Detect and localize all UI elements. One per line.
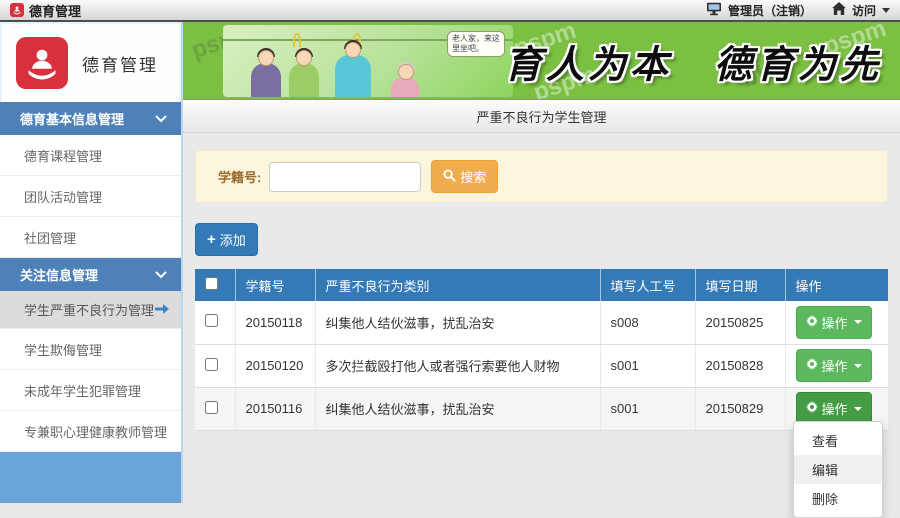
chevron-down-icon — [155, 267, 167, 282]
row-checkbox[interactable] — [205, 400, 218, 414]
cell-writer: s001 — [600, 344, 696, 388]
gear-icon — [805, 401, 818, 416]
action-button-label: 操作 — [821, 315, 848, 331]
caret-down-icon — [853, 320, 862, 325]
table-row: 20150118 纠集他人结伙滋事，扰乱治安 s008 20150825 操作 — [195, 301, 888, 345]
sidebar-logo: 德育管理 — [0, 22, 181, 102]
cell-student-id: 20150118 — [235, 301, 316, 345]
add-button[interactable]: + 添加 — [195, 223, 258, 256]
search-button[interactable]: 搜索 — [431, 160, 499, 193]
page-title: 严重不良行为学生管理 — [183, 100, 900, 133]
app-logo-icon — [10, 3, 24, 17]
passenger-figure — [289, 48, 319, 97]
student-id-input[interactable] — [269, 161, 422, 192]
passenger-figure — [251, 48, 281, 97]
user-logout-link[interactable]: 管理员（注销） — [728, 2, 812, 19]
col-behavior-type: 严重不良行为类别 — [315, 269, 601, 301]
records-table: 学籍号 严重不良行为类别 填写人工号 填写日期 操作 20150118 纠集他人… — [195, 269, 888, 431]
bus-scene-illustration: 老人家，来这里坐吧。 — [223, 25, 513, 97]
sidebar-item-juvenile-crime[interactable]: 未成年学生犯罪管理 — [0, 370, 181, 411]
sidebar-item-team-activities[interactable]: 团队活动管理 — [0, 176, 181, 217]
select-all-checkbox[interactable] — [205, 277, 218, 290]
cell-behavior: 纠集他人结伙滋事，扰乱治安 — [315, 387, 601, 431]
search-panel: 学籍号: 搜索 — [195, 150, 888, 203]
item-label: 团队活动管理 — [24, 189, 103, 205]
gear-icon — [805, 358, 818, 373]
item-label: 专兼职心理健康教师管理 — [24, 424, 168, 440]
item-label: 学生严重不良行为管理 — [24, 303, 155, 318]
topbar: 德育管理 管理员（注销） 访问 — [0, 0, 900, 22]
sidebar: 德育管理 德育基本信息管理 德育课程管理 团队活动管理 社团管理 关注信息管理 … — [0, 22, 183, 503]
col-fill-date: 填写日期 — [695, 269, 786, 301]
speech-bubble: 老人家，来这里坐吧。 — [447, 31, 505, 57]
sidebar-logo-title: 德育管理 — [82, 55, 158, 75]
cell-behavior: 多次拦截殴打他人或者强行索要他人财物 — [315, 344, 601, 388]
topbar-actions: 管理员（注销） 访问 — [706, 2, 890, 19]
caret-down-icon — [853, 406, 862, 411]
col-student-id: 学籍号 — [235, 269, 316, 301]
sidebar-item-courses[interactable]: 德育课程管理 — [0, 135, 181, 176]
cell-student-id: 20150116 — [235, 387, 316, 431]
search-button-label: 搜索 — [460, 170, 487, 185]
table-row: 20150120 多次拦截殴打他人或者强行索要他人财物 s001 2015082… — [195, 344, 888, 388]
dropdown-item-edit[interactable]: 编辑 — [794, 455, 882, 484]
app-title: 德育管理 — [29, 3, 82, 19]
moral-education-logo-icon — [16, 37, 68, 89]
cell-student-id: 20150120 — [235, 344, 316, 388]
action-button-label: 操作 — [821, 402, 848, 417]
cell-writer: s001 — [600, 387, 696, 431]
monitor-icon — [706, 2, 722, 19]
row-action-button[interactable]: 操作 — [795, 305, 872, 339]
sidebar-item-clubs[interactable]: 社团管理 — [0, 217, 181, 258]
item-label: 社团管理 — [24, 230, 77, 246]
cell-date: 20150825 — [695, 301, 786, 345]
col-writer-id: 填写人工号 — [600, 269, 696, 301]
cell-writer: s008 — [600, 301, 696, 345]
item-label: 学生欺侮管理 — [24, 342, 103, 358]
bus-handle-icon — [293, 33, 301, 47]
visit-caret-icon[interactable] — [882, 7, 890, 13]
table-row: 20150116 纠集他人结伙滋事，扰乱治安 s001 20150829 操作 — [195, 387, 888, 431]
sidebar-item-serious-misconduct[interactable]: 学生严重不良行为管理 — [0, 291, 181, 329]
caret-down-icon — [853, 363, 862, 368]
dropdown-item-view[interactable]: 查看 — [794, 426, 882, 455]
table-header-row: 学籍号 严重不良行为类别 填写人工号 填写日期 操作 — [195, 269, 888, 301]
row-checkbox[interactable] — [205, 357, 218, 371]
section-label: 德育基本信息管理 — [20, 112, 125, 127]
young-man-figure — [335, 40, 371, 97]
section-label: 关注信息管理 — [20, 268, 99, 283]
item-label: 德育课程管理 — [24, 148, 103, 164]
search-icon — [443, 168, 457, 185]
gear-icon — [805, 314, 818, 330]
sidebar-section-attention-info[interactable]: 关注信息管理 — [0, 258, 181, 291]
row-action-button[interactable]: 操作 — [795, 349, 872, 382]
chevron-down-icon — [155, 111, 167, 126]
row-checkbox[interactable] — [205, 314, 218, 328]
banner-slogan: 育人为本 德育为先 — [503, 41, 882, 86]
action-dropdown-menu: 查看 编辑 删除 — [793, 421, 883, 518]
arrow-right-icon — [155, 302, 169, 317]
elderly-figure — [391, 62, 419, 97]
home-icon — [832, 2, 846, 18]
action-button-label: 操作 — [821, 359, 848, 374]
cell-date: 20150828 — [695, 344, 786, 388]
banner: pspm bb pspm pspm bb pspm 老人家，来这里坐吧。 育人为… — [183, 22, 900, 100]
dropdown-item-delete[interactable]: 删除 — [794, 484, 882, 513]
visit-link[interactable]: 访问 — [852, 2, 876, 19]
sidebar-item-bullying[interactable]: 学生欺侮管理 — [0, 329, 181, 370]
sidebar-item-psych-teachers[interactable]: 专兼职心理健康教师管理 — [0, 411, 181, 452]
add-button-label: 添加 — [219, 233, 246, 248]
topbar-brand: 德育管理 — [10, 1, 81, 20]
cell-behavior: 纠集他人结伙滋事，扰乱治安 — [315, 301, 601, 345]
sidebar-section-basic-info[interactable]: 德育基本信息管理 — [0, 102, 181, 135]
item-label: 未成年学生犯罪管理 — [24, 383, 142, 399]
cell-date: 20150829 — [695, 387, 786, 431]
sidebar-filler — [0, 452, 181, 503]
plus-icon: + — [207, 231, 216, 248]
student-id-label: 学籍号: — [218, 170, 262, 185]
col-actions: 操作 — [785, 269, 888, 301]
